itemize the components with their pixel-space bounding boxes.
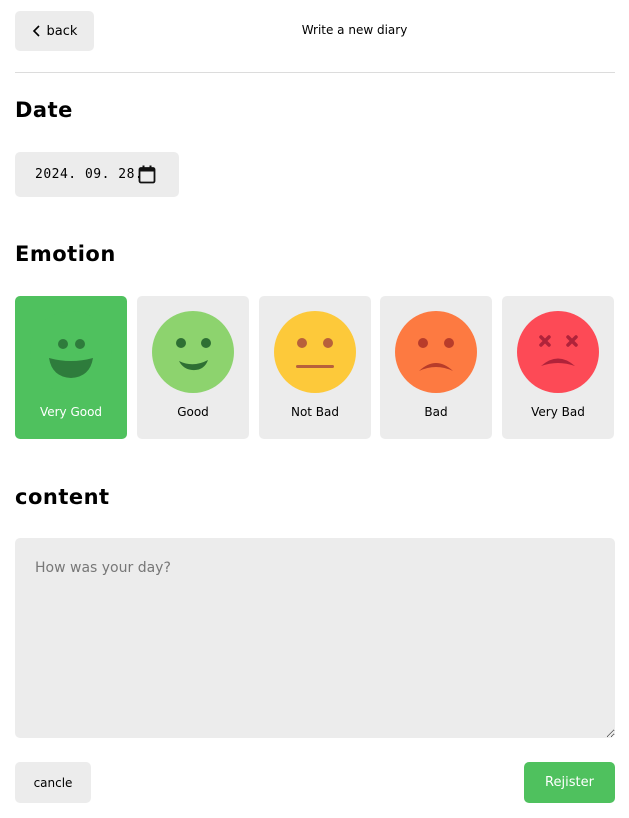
emotion-picker: Very Good Good Not Bad Bad Very Bad (15, 296, 615, 439)
cancel-button[interactable]: cancle (15, 762, 91, 803)
emotion-label: Not Bad (290, 405, 340, 419)
content-textarea[interactable] (15, 538, 615, 738)
date-input[interactable]: 2024. 09. 28. (15, 152, 179, 197)
emotion-label: Bad (424, 405, 448, 419)
date-value: 2024. 09. 28. (35, 167, 144, 182)
emotion-option-very-bad[interactable]: Very Bad (502, 296, 614, 439)
not-bad-face-icon (274, 311, 356, 393)
emotion-label: Very Good (39, 405, 103, 419)
register-button[interactable]: Rejister (524, 762, 615, 803)
good-face-icon (152, 311, 234, 393)
emotion-label: Very Bad (531, 405, 585, 419)
emotion-label: Good (177, 405, 209, 419)
emotion-option-bad[interactable]: Bad (380, 296, 492, 439)
content-section-title: content (15, 485, 110, 509)
page-header: back Write a new diary (0, 0, 629, 72)
emotion-section-title: Emotion (15, 242, 116, 266)
emotion-option-not-bad[interactable]: Not Bad (259, 296, 371, 439)
bad-face-icon (395, 311, 477, 393)
calendar-icon[interactable] (138, 165, 156, 184)
date-section-title: Date (15, 98, 73, 122)
header-divider (15, 72, 615, 73)
emotion-option-very-good[interactable]: Very Good (15, 296, 127, 439)
very-bad-face-icon (517, 311, 599, 393)
page-title: Write a new diary (301, 23, 408, 37)
very-good-face-icon (30, 311, 112, 393)
emotion-option-good[interactable]: Good (137, 296, 249, 439)
